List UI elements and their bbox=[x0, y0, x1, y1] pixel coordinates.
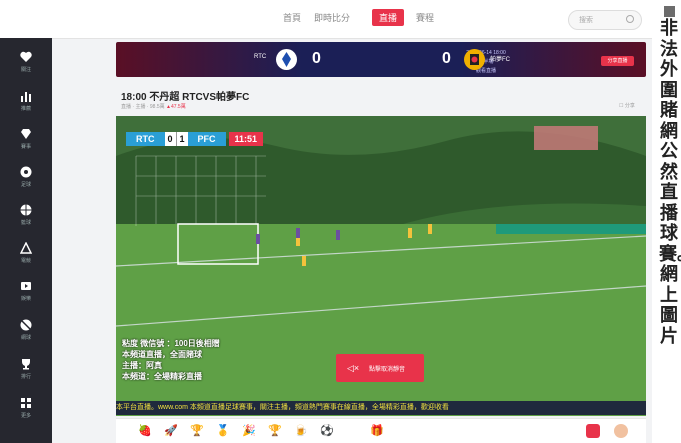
scorebug-away: PFC bbox=[187, 132, 226, 146]
scorebug-away-score: 1 bbox=[175, 132, 188, 146]
basketball-icon bbox=[20, 204, 32, 216]
sidebar-item-entertainment[interactable]: 娛樂 bbox=[0, 280, 52, 320]
grid-icon bbox=[21, 398, 31, 408]
share-live-button[interactable]: 分享直播 bbox=[601, 56, 634, 66]
top-navigation-bar: 首頁 即時比分 直播 賽程 搜索 bbox=[0, 0, 652, 39]
scorebug-home: RTC bbox=[126, 132, 165, 146]
sidebar-item-label: 排行 bbox=[20, 374, 31, 380]
sidebar-item-label: 網球 bbox=[20, 335, 31, 341]
sidebar-item-follow[interactable]: 關注 bbox=[0, 51, 52, 91]
sidebar-item-tennis[interactable]: 網球 bbox=[0, 319, 52, 359]
gift-icon[interactable]: 🎉 bbox=[242, 424, 256, 438]
photo-caption: 非法外圍賭網公然直播球賽。網上圖片 bbox=[657, 0, 681, 443]
gift-bar: 🍓 🚀 🏆 🥇 🎉 🏆 🍺 ⚽ 🎁 bbox=[116, 418, 646, 443]
heart-icon bbox=[20, 51, 32, 62]
home-team-crest bbox=[276, 49, 297, 70]
gift-icon[interactable]: 🏆 bbox=[190, 424, 204, 438]
sidebar-item-label: 電競 bbox=[20, 258, 31, 264]
chart-icon bbox=[21, 92, 31, 102]
speaker-icon: ◁× bbox=[347, 363, 360, 373]
video-icon bbox=[21, 282, 31, 290]
away-team-name: 帕夢FC bbox=[490, 57, 510, 63]
sidebar-item-more[interactable]: 更多 bbox=[0, 397, 52, 437]
share-label: 分享 bbox=[624, 103, 635, 109]
info-line: 主播：阿真 bbox=[122, 361, 162, 370]
info-line: 本頻道：全場精彩直播 bbox=[122, 372, 202, 381]
triangle-icon bbox=[20, 242, 32, 254]
scorebug-home-score: 0 bbox=[164, 132, 176, 146]
sidebar-item-football[interactable]: 足球 bbox=[0, 166, 52, 206]
gift-icon[interactable]: 🚀 bbox=[164, 424, 178, 438]
sidebar-item-label: 籃球 bbox=[20, 220, 31, 226]
sidebar-item-label: 娛樂 bbox=[20, 296, 31, 302]
scrolling-ticker: 本平台直播。www.com 本頻道直播足球賽事，關注主播，頻道熱門賽事在線直播，… bbox=[116, 401, 646, 415]
share-button[interactable]: ☐ 分享 bbox=[619, 102, 635, 109]
gift-icon[interactable]: 🥇 bbox=[216, 424, 230, 438]
blurred-watermark bbox=[534, 126, 598, 150]
sidebar-item-label: 關注 bbox=[20, 67, 31, 73]
match-title: 18:00 不丹超 RTCVS帕夢FC bbox=[121, 92, 250, 103]
diamond-icon bbox=[21, 129, 31, 139]
match-scoreboard: RTC 0 2020-06-14 18:00 上半場 觀看直播 0 帕夢FC 分… bbox=[116, 42, 646, 77]
stream-info-overlay: 粘度 微信號 ：100日後相贈 本頻道直播，全面賭球 主播：阿真 本頻道：全場精… bbox=[122, 338, 220, 382]
sidebar-item-basketball[interactable]: 籃球 bbox=[0, 204, 52, 244]
unmute-label: 點擊取消靜音 bbox=[369, 367, 406, 373]
match-info: 2020-06-14 18:00 上半場 觀看直播 bbox=[451, 49, 521, 76]
trophy-icon bbox=[22, 359, 30, 370]
nav-live-scores[interactable]: 即時比分 bbox=[314, 11, 350, 24]
home-team-name: RTC bbox=[254, 54, 267, 60]
match-meta: 觀看直播 bbox=[475, 68, 496, 74]
match-status: 上半場 bbox=[478, 59, 494, 65]
gift-icon[interactable]: 🍺 bbox=[294, 424, 308, 438]
sidebar-item-label: 足球 bbox=[20, 182, 31, 188]
gift-icon[interactable]: 🍓 bbox=[138, 424, 152, 438]
info-line: 本頻道直播，全面賭球 bbox=[122, 350, 202, 359]
scorebug-clock: 11:51 bbox=[228, 132, 264, 146]
away-team-crest bbox=[464, 49, 485, 70]
unmute-button[interactable]: ◁× 點擊取消靜音 bbox=[336, 354, 424, 382]
avatar[interactable] bbox=[614, 424, 628, 438]
match-date: 2020-06-14 18:00 bbox=[466, 50, 506, 56]
sidebar-item-recommend[interactable]: 推薦 bbox=[0, 90, 52, 130]
match-meta-text: 直播 · 主播 · 98.5萬 bbox=[121, 104, 165, 110]
nav-schedule[interactable]: 賽程 bbox=[416, 11, 434, 24]
info-line: 粘度 微信號 ：100日後相贈 bbox=[122, 339, 220, 348]
hot-count: ▲47.5萬 bbox=[166, 104, 186, 110]
screenshot: 首頁 即時比分 直播 賽程 搜索 關注 推薦 賽事 足球 籃球 電競 娛樂 網球… bbox=[0, 0, 652, 443]
nav-home[interactable]: 首頁 bbox=[283, 11, 301, 24]
video-player[interactable]: RTC 0 1 PFC 11:51 粘度 微信號 ：100日後相贈 本頻道直播，… bbox=[116, 116, 646, 416]
search-icon[interactable] bbox=[626, 15, 634, 23]
gift-icon[interactable]: 🎁 bbox=[370, 424, 384, 438]
broadcast-scorebug: RTC 0 1 PFC 11:51 bbox=[126, 132, 264, 146]
sidebar-item-ranking[interactable]: 排行 bbox=[0, 358, 52, 398]
gift-icon[interactable]: 🏆 bbox=[268, 424, 282, 438]
sidebar-item-esports[interactable]: 電競 bbox=[0, 242, 52, 282]
gift-icon[interactable]: ⚽ bbox=[320, 424, 334, 438]
nav-live[interactable]: 直播 bbox=[372, 9, 405, 26]
home-score: 0 bbox=[312, 50, 321, 67]
sidebar-item-events[interactable]: 賽事 bbox=[0, 128, 52, 168]
hot-count-value: 47.5萬 bbox=[170, 104, 186, 110]
match-meta-line: 直播 · 主播 · 98.5萬 ▲47.5萬 bbox=[121, 103, 186, 110]
away-score: 0 bbox=[442, 50, 451, 67]
gift-box-icon[interactable] bbox=[586, 424, 600, 438]
soccer-ball-icon bbox=[20, 166, 32, 178]
search-placeholder: 搜索 bbox=[579, 17, 593, 24]
sidebar-item-label: 更多 bbox=[20, 413, 31, 419]
search-input[interactable]: 搜索 bbox=[568, 10, 642, 30]
tennis-icon bbox=[20, 319, 32, 331]
sidebar-item-label: 賽事 bbox=[20, 144, 31, 150]
caption-marker-icon bbox=[663, 6, 675, 17]
sidebar: 關注 推薦 賽事 足球 籃球 電競 娛樂 網球 排行 更多 bbox=[0, 38, 52, 443]
sidebar-item-label: 推薦 bbox=[20, 106, 31, 112]
caption-text: 非法外圍賭網公然直播球賽。網上圖片 bbox=[659, 18, 681, 347]
